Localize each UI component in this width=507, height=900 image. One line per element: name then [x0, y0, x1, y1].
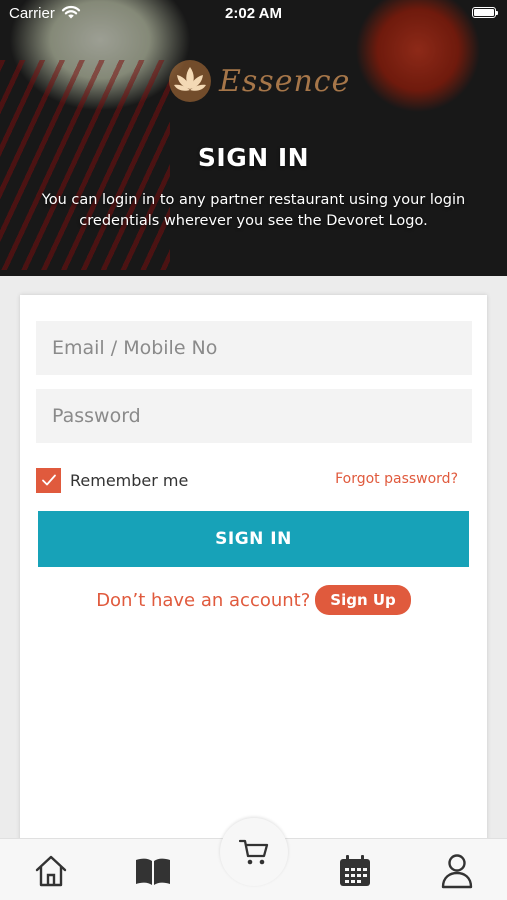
remember-me-toggle[interactable]: Remember me	[36, 467, 188, 493]
tab-menu[interactable]	[133, 851, 173, 891]
calendar-icon	[340, 855, 370, 886]
checkmark-icon	[41, 474, 56, 486]
password-field[interactable]	[36, 389, 472, 443]
lotus-icon	[169, 60, 211, 102]
signin-card: Remember me Forgot password? SIGN IN Don…	[20, 295, 487, 855]
status-bar: Carrier 2:02 AM	[0, 0, 507, 28]
tab-home[interactable]	[31, 851, 71, 891]
hero-banner: Carrier 2:02 AM Essence SIGN IN You can …	[0, 0, 507, 276]
tab-calendar[interactable]	[335, 851, 375, 891]
no-account-text: Don’t have an account?	[96, 589, 311, 611]
page-title: SIGN IN	[197, 143, 310, 172]
remember-me-checkbox[interactable]	[36, 467, 61, 493]
remember-me-label: Remember me	[70, 470, 189, 490]
clock: 2:02 AM	[225, 5, 282, 22]
menu-book-icon	[136, 858, 170, 885]
signup-button[interactable]: Sign Up	[315, 585, 411, 615]
tab-cart[interactable]	[220, 818, 288, 886]
brand-logo: Essence	[165, 58, 350, 104]
home-icon	[35, 855, 67, 887]
brand-logo-text: Essence	[219, 63, 351, 99]
battery-icon	[472, 7, 498, 18]
forgot-password-link[interactable]: Forgot password?	[335, 471, 458, 487]
profile-icon	[441, 854, 473, 889]
email-field[interactable]	[36, 321, 472, 375]
tab-profile[interactable]	[437, 851, 477, 891]
signin-button[interactable]: SIGN IN	[38, 511, 469, 567]
signup-prompt: Don’t have an account? Sign Up	[20, 585, 487, 615]
page-description: You can login in to any partner restaura…	[41, 192, 466, 229]
cart-icon	[239, 839, 269, 865]
